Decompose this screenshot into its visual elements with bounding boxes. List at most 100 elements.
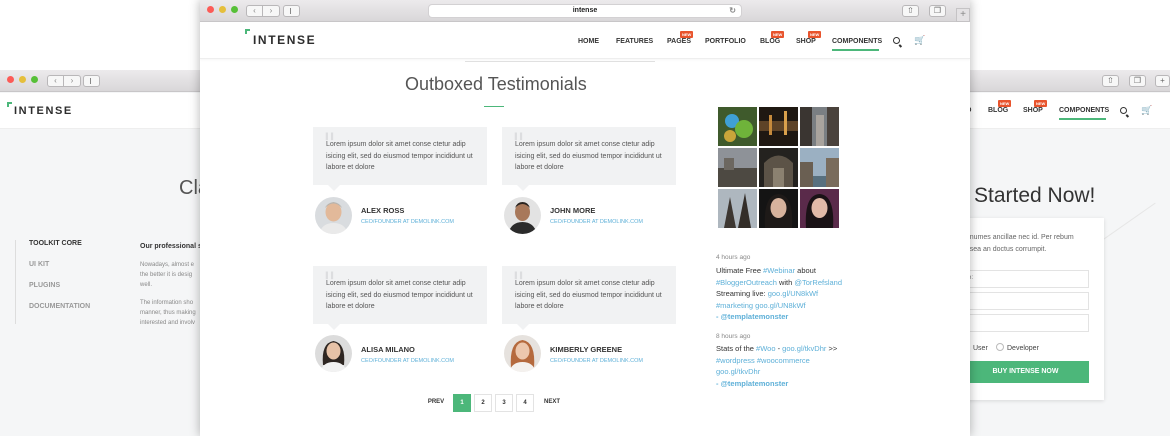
minimize-dot[interactable] bbox=[219, 6, 226, 13]
new-tab-icon[interactable]: + bbox=[1155, 75, 1170, 87]
site-logo[interactable]: INTENSE bbox=[253, 33, 316, 47]
tweet-text: Ultimate Free bbox=[716, 266, 764, 275]
history-buttons: ‹ › bbox=[47, 75, 81, 87]
address-text: intense bbox=[572, 7, 598, 14]
section-title: Outboxed Testimonials bbox=[405, 74, 587, 94]
tweet-link[interactable]: goo.gl/tkvDhr bbox=[716, 366, 856, 378]
pagination-page-1[interactable]: 1 bbox=[453, 394, 471, 412]
forward-arrow-icon[interactable]: › bbox=[64, 75, 81, 87]
side-menu-item-toolkit-core[interactable]: TOOLKIT CORE bbox=[29, 240, 90, 261]
nav-item-features[interactable]: FEATURES bbox=[616, 38, 653, 45]
minimize-dot[interactable] bbox=[19, 76, 26, 83]
tweet-link[interactable]: #marketing goo.gl/UN8kWf bbox=[716, 300, 856, 312]
gallery-thumbnail[interactable] bbox=[718, 107, 757, 146]
pagination-page-3[interactable]: 3 bbox=[495, 394, 513, 412]
back-content-column: Our professional se Nowadays, almost e t… bbox=[140, 242, 200, 328]
back-arrow-icon[interactable]: ‹ bbox=[246, 5, 263, 17]
window-controls bbox=[7, 76, 38, 83]
forward-arrow-icon[interactable]: › bbox=[263, 5, 280, 17]
search-icon[interactable] bbox=[893, 37, 900, 44]
gallery-thumbnail[interactable] bbox=[759, 148, 798, 187]
tabs-icon[interactable]: ❐ bbox=[1129, 75, 1146, 87]
content-line: Nowadays, almost e bbox=[140, 262, 195, 268]
search-icon[interactable] bbox=[1120, 107, 1127, 114]
testimonial-author-name: ALISA MILANO bbox=[361, 345, 415, 354]
gallery-thumbnail[interactable] bbox=[718, 148, 757, 187]
new-badge: NEW bbox=[808, 31, 822, 38]
share-icon[interactable]: ⇧ bbox=[902, 5, 919, 17]
sidebar-toggle-icon[interactable] bbox=[83, 75, 100, 87]
tweet-mention[interactable]: @TorRefsland bbox=[794, 278, 842, 287]
site-header: INTENSE HOME FEATURES PAGES NEW PORTFOLI… bbox=[200, 22, 970, 59]
nav-item-blog[interactable]: BLOG bbox=[760, 38, 780, 45]
site-logo[interactable]: INTENSE bbox=[14, 105, 73, 117]
side-menu-item-ui-kit[interactable]: UI KIT bbox=[29, 261, 90, 282]
reload-icon[interactable]: ↻ bbox=[729, 5, 736, 17]
close-dot[interactable] bbox=[7, 76, 14, 83]
pagination-next[interactable]: NEXT bbox=[540, 394, 564, 412]
new-badge: NEW bbox=[998, 100, 1012, 107]
new-tab-icon[interactable]: + bbox=[956, 8, 970, 22]
nav-item-components[interactable]: COMPONENTS bbox=[832, 38, 882, 45]
name-field[interactable]: me: bbox=[962, 270, 1089, 288]
side-menu-item-documentation[interactable]: DOCUMENTATION bbox=[29, 303, 90, 324]
gallery-thumbnail[interactable] bbox=[759, 189, 798, 228]
nav-item-blog[interactable]: BLOG bbox=[988, 107, 1008, 114]
tweet-hashtag[interactable]: #BloggerOutreach bbox=[716, 278, 777, 287]
form-text-line: nonumes ancillae nec id. Per rebum bbox=[962, 234, 1074, 241]
avatar bbox=[315, 197, 352, 234]
avatar bbox=[315, 335, 352, 372]
testimonial-bubble: " Lorem ipsum dolor sit amet conse ctetu… bbox=[313, 266, 487, 330]
new-badge: NEW bbox=[771, 31, 785, 38]
tweet-author-handle[interactable]: - @templatemonster bbox=[716, 311, 856, 323]
address-bar[interactable]: intense ↻ bbox=[428, 4, 742, 18]
sidebar-toggle-icon[interactable] bbox=[283, 5, 300, 17]
nav-item-components[interactable]: COMPONENTS bbox=[1059, 107, 1109, 114]
cart-icon[interactable]: 🛒 bbox=[914, 35, 925, 46]
tabs-icon[interactable]: ❐ bbox=[929, 5, 946, 17]
testimonial-author-role[interactable]: CEO/FOUNDER AT DEMOLINK.COM bbox=[361, 358, 454, 364]
gallery-thumbnail[interactable] bbox=[718, 189, 757, 228]
section-divider bbox=[465, 61, 655, 62]
content-line: interested and involv bbox=[140, 320, 196, 326]
pagination-page-2[interactable]: 2 bbox=[474, 394, 492, 412]
front-browser-toolbar: ‹ › intense ↻ ⇧ ❐ bbox=[200, 0, 970, 22]
side-menu-item-plugins[interactable]: PLUGINS bbox=[29, 282, 90, 303]
zoom-dot[interactable] bbox=[231, 6, 238, 13]
tweet-author-handle[interactable]: - @templatemonster bbox=[716, 378, 856, 390]
gallery-thumbnail[interactable] bbox=[800, 107, 839, 146]
share-icon[interactable]: ⇧ bbox=[1102, 75, 1119, 87]
nav-item-pages[interactable]: PAGES bbox=[667, 38, 691, 45]
close-dot[interactable] bbox=[207, 6, 214, 13]
signup-form: nonumes ancillae nec id. Per rebum d, se… bbox=[958, 218, 1104, 400]
tweet-link[interactable]: goo.gl/tkvDhr bbox=[782, 344, 826, 353]
content-line: the better it is desig bbox=[140, 272, 193, 278]
buy-now-button[interactable]: BUY INTENSE NOW bbox=[962, 361, 1089, 383]
back-arrow-icon[interactable]: ‹ bbox=[47, 75, 64, 87]
tweet-hashtag[interactable]: #wordpress #woocommerce bbox=[716, 355, 856, 367]
testimonial-author-role[interactable]: CEO/FOUNDER AT DEMOLINK.COM bbox=[550, 219, 643, 225]
nav-item-portfolio[interactable]: PORTFOLIO bbox=[705, 38, 746, 45]
nav-item-home[interactable]: HOME bbox=[578, 38, 599, 45]
tweet-hashtag[interactable]: #Webinar bbox=[763, 266, 795, 275]
testimonial-author-role[interactable]: CEO/FOUNDER AT DEMOLINK.COM bbox=[361, 219, 454, 225]
tweet-link[interactable]: goo.gl/UN8kWf bbox=[768, 289, 818, 298]
gallery-thumbnail[interactable] bbox=[800, 189, 839, 228]
gallery-thumbnail[interactable] bbox=[800, 148, 839, 187]
nav-item-shop[interactable]: SHOP bbox=[796, 38, 816, 45]
email-field[interactable] bbox=[962, 292, 1089, 310]
testimonial-author-role[interactable]: CEO/FOUNDER AT DEMOLINK.COM bbox=[550, 358, 643, 364]
message-field[interactable] bbox=[962, 314, 1089, 332]
nav-item-shop[interactable]: SHOP bbox=[1023, 107, 1043, 114]
content-heading: Our professional se bbox=[140, 243, 200, 250]
pagination-page-4[interactable]: 4 bbox=[516, 394, 534, 412]
zoom-dot[interactable] bbox=[31, 76, 38, 83]
gallery-thumbnail[interactable] bbox=[759, 107, 798, 146]
tweet-hashtag[interactable]: #Woo bbox=[756, 344, 775, 353]
pagination-prev[interactable]: PREV bbox=[424, 394, 448, 412]
tweet-text: Stats of the bbox=[716, 344, 757, 353]
radio-developer[interactable]: Developer bbox=[996, 343, 1039, 352]
cart-icon[interactable]: 🛒 bbox=[1141, 105, 1152, 116]
active-nav-underline bbox=[832, 49, 879, 51]
avatar bbox=[504, 335, 541, 372]
